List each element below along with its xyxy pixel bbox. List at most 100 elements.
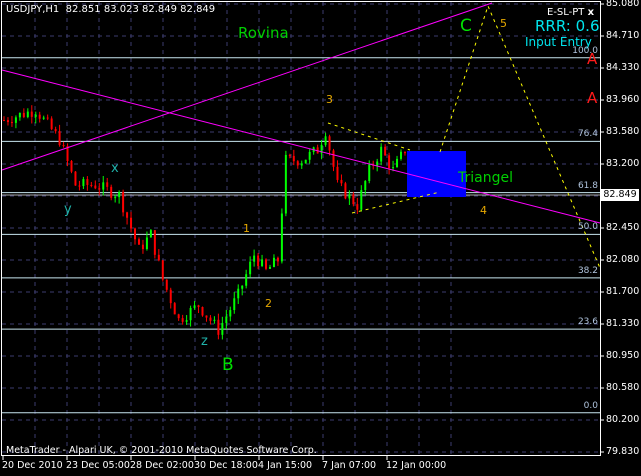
candle-body — [42, 117, 45, 119]
price-tick-label: 85.080 — [606, 0, 640, 9]
wave-label-y: y — [64, 202, 72, 217]
candle-body — [130, 217, 133, 229]
candle-body — [173, 303, 176, 315]
candle-body — [241, 285, 244, 289]
price-tick-label: 84.330 — [606, 62, 640, 73]
candle-body — [356, 204, 359, 210]
candle-body — [201, 307, 204, 316]
wave-label-c: C — [460, 16, 472, 36]
price-tick-label: 79.830 — [606, 446, 640, 457]
candle-body — [70, 160, 73, 172]
price-tick-label: 80.580 — [606, 382, 640, 393]
candle-body — [3, 120, 5, 122]
candle-body — [340, 179, 343, 184]
candle-body — [118, 192, 121, 198]
candle-body — [110, 186, 113, 198]
price-tick-label: 83.200 — [606, 158, 640, 169]
wave-label-z: z — [201, 334, 208, 349]
price-tick-label: 80.200 — [606, 414, 640, 425]
candle-body — [62, 145, 65, 147]
candle-body — [288, 154, 291, 156]
candle-body — [153, 230, 156, 255]
wave-label-1: 1 — [243, 222, 250, 235]
candle-body — [233, 298, 236, 311]
candle-body — [388, 155, 391, 169]
candle-body — [209, 317, 212, 321]
current-price-tag: 82.849 — [601, 189, 639, 201]
candle-body — [384, 146, 387, 156]
candle-body — [122, 192, 125, 213]
candle-body — [82, 179, 85, 187]
candle-body — [189, 307, 192, 321]
price-tick-label: 80.950 — [606, 350, 640, 361]
candle-body — [94, 185, 97, 189]
candle-body — [114, 197, 117, 199]
candle-body — [193, 305, 196, 308]
candle-body — [376, 161, 379, 166]
wave-label-a: A — [587, 89, 598, 107]
candle-body — [300, 163, 303, 166]
candle-body — [78, 185, 81, 187]
price-chart[interactable] — [0, 0, 641, 476]
wave-label-2: 2 — [265, 297, 272, 310]
time-tick-label: 20 Dec 2010 — [2, 460, 63, 471]
candle-body — [98, 188, 101, 190]
candle-body — [38, 114, 41, 119]
candle-body — [332, 150, 335, 167]
fib-level-label: 0.0 — [583, 400, 598, 411]
price-tick-label: 84.710 — [606, 30, 640, 41]
candle-body — [296, 161, 299, 166]
candle-body — [74, 171, 77, 186]
candle-body — [26, 111, 29, 118]
candle-body — [14, 117, 17, 123]
candle-body — [141, 244, 144, 250]
wave-label-x: x — [111, 161, 119, 176]
candle-body — [352, 194, 355, 205]
candle-body — [380, 146, 383, 162]
candle-body — [157, 254, 160, 261]
candle-body — [324, 136, 327, 145]
candle-body — [197, 305, 200, 308]
candle-body — [221, 322, 224, 335]
candle-body — [213, 319, 216, 321]
candle-body — [229, 310, 232, 317]
candle-body — [86, 179, 89, 185]
candle-body — [280, 213, 283, 262]
price-tick-label: 82.450 — [606, 222, 640, 233]
candle-body — [102, 182, 105, 190]
candle-body — [165, 279, 168, 290]
chart-window[interactable]: USDJPY,H1 82.851 83.023 82.849 82.849 Ro… — [0, 0, 641, 476]
time-tick-label: 7 Jan 07:00 — [322, 460, 377, 471]
candle-body — [185, 320, 188, 322]
time-tick-label: 23 Dec 05:00 — [66, 460, 130, 471]
candle-body — [308, 151, 311, 160]
candle-body — [261, 259, 264, 267]
candle-body — [249, 261, 252, 275]
candle-body — [106, 182, 109, 187]
wave-label-5: 5 — [500, 17, 507, 30]
price-tick-label: 83.580 — [606, 126, 640, 137]
candle-body — [396, 158, 399, 168]
candle-body — [368, 164, 371, 181]
candle-body — [177, 314, 180, 319]
triangle-label: Triangel — [458, 170, 513, 186]
candle-body — [134, 228, 137, 240]
triangle-upper-line — [327, 122, 411, 151]
candle-body — [46, 117, 49, 119]
candle-body — [169, 289, 172, 304]
candle-body — [161, 260, 164, 280]
fib-level-label: 23.6 — [577, 317, 598, 328]
candle-body — [10, 122, 13, 124]
candle-body — [328, 136, 331, 151]
rovina-label: Rovina — [238, 24, 289, 42]
candle-body — [34, 114, 37, 117]
candle-body — [403, 151, 406, 154]
candle-body — [149, 230, 152, 238]
candle-body — [304, 159, 307, 164]
candle-body — [392, 167, 395, 169]
candle-body — [292, 155, 295, 162]
candle-body — [137, 239, 140, 245]
candle-body — [276, 257, 279, 262]
candle-body — [284, 154, 287, 214]
candle-body — [6, 120, 9, 123]
